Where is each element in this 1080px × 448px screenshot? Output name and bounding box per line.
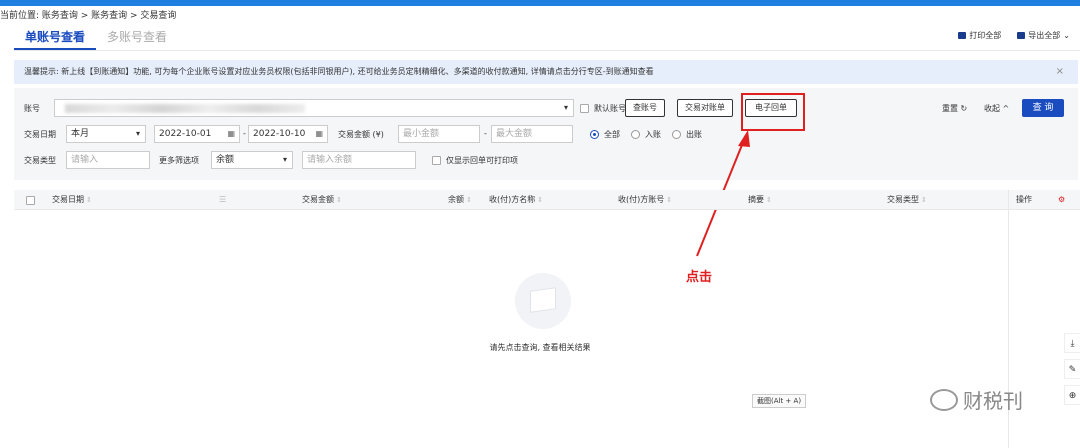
query-account-button[interactable]: 查账号 <box>625 99 665 117</box>
radio-all-label: 全部 <box>604 130 620 139</box>
tab-divider <box>14 50 1080 51</box>
chevron-up-icon: ^ <box>1002 104 1010 113</box>
default-account-checkbox[interactable] <box>580 104 589 113</box>
chevron-down-icon: ▾ <box>135 129 140 138</box>
select-all-checkbox[interactable] <box>26 196 35 205</box>
date-label: 交易日期 <box>24 130 56 139</box>
printer-icon <box>958 32 967 39</box>
filter-panel: 账号 ▾ 默认账号 查账号 交易对账单 电子回单 重置 ↻ 收起 ^ 查 询 交… <box>14 88 1078 180</box>
calendar-icon: ▦ <box>227 129 235 138</box>
date-from-input[interactable]: 2022-10-01 ▦ <box>154 125 240 143</box>
query-button[interactable]: 查 询 <box>1022 99 1064 117</box>
empty-state-text: 请先点击查询, 查看相关结果 <box>489 343 591 352</box>
side-toolbar: ⤓ ✎ ⊕ <box>1064 333 1080 411</box>
reset-button[interactable]: 重置 ↻ <box>942 103 967 114</box>
col-counterparty-account[interactable]: 收(付)方账号 ⇕ <box>618 190 672 210</box>
tab-multi-account[interactable]: 多账号查看 <box>96 26 178 50</box>
account-select[interactable]: ▾ <box>54 99 574 117</box>
statement-button[interactable]: 交易对账单 <box>677 99 733 117</box>
date-to-input[interactable]: 2022-10-10 ▦ <box>248 125 328 143</box>
date-range-dash: - <box>243 129 246 138</box>
print-all-label: 打印全部 <box>969 31 1002 40</box>
top-actions: 打印全部 导出全部 ⌄ <box>958 30 1070 41</box>
feedback-icon[interactable]: ✎ <box>1064 359 1080 379</box>
col-balance[interactable]: 余额 ⇕ <box>448 190 472 210</box>
highlight-box <box>741 93 805 131</box>
chevron-down-icon: ⌄ <box>1063 31 1070 40</box>
col-date[interactable]: 交易日期 ⇕ <box>52 190 92 210</box>
col-counterparty-name[interactable]: 收(付)方名称 ⇕ <box>489 190 543 210</box>
col-actions: 操作 <box>1016 195 1032 204</box>
min-amount-input[interactable]: 最小金额 <box>398 125 480 143</box>
calendar-icon: ▦ <box>315 129 323 138</box>
export-all-label: 导出全部 <box>1028 31 1061 40</box>
table-header: 交易日期 ⇕ ☰ 交易金额 ⇕ 余额 ⇕ 收(付)方名称 ⇕ 收(付)方账号 ⇕ 摘要 ⇕ … <box>14 190 1080 210</box>
date-period-select[interactable]: 本月 ▾ <box>66 125 146 143</box>
more-filter-label: 更多筛选项 <box>159 156 199 165</box>
radio-in-label: 入账 <box>645 130 661 139</box>
export-icon <box>1017 32 1026 39</box>
download-icon[interactable]: ⤓ <box>1064 333 1080 353</box>
printable-only-label: 仅显示回单可打印项 <box>446 156 518 165</box>
annotation-label: 点击 <box>686 270 713 285</box>
breadcrumb: 当前位置: 账务查询 > 账务查询 > 交易查询 <box>0 11 177 21</box>
more-filter-select[interactable]: 余额 ▾ <box>211 151 293 169</box>
zoom-icon[interactable]: ⊕ <box>1064 385 1080 405</box>
close-icon[interactable]: × <box>1056 60 1064 84</box>
export-all-button[interactable]: 导出全部 ⌄ <box>1017 30 1070 41</box>
watermark: 财税刊 <box>930 385 1023 414</box>
amount-label: 交易金额 (¥) <box>338 130 384 139</box>
radio-out[interactable] <box>672 130 681 139</box>
settings-icon[interactable]: ⚙ <box>1058 190 1065 210</box>
collapse-button[interactable]: 收起 ^ <box>984 103 1009 114</box>
empty-box-icon <box>515 273 571 329</box>
view-tabs: 单账号查看 多账号查看 <box>14 26 178 50</box>
top-accent-bar <box>0 0 1080 6</box>
chevron-down-icon: ▾ <box>282 155 287 164</box>
chevron-down-icon: ▾ <box>563 103 568 112</box>
col-summary[interactable]: 摘要 ⇕ <box>748 190 772 210</box>
account-value-blurred <box>65 104 305 113</box>
screenshot-tooltip: 截图(Alt + A) <box>752 394 807 408</box>
col-amount[interactable]: 交易金额 ⇕ <box>302 190 342 210</box>
notice-banner: 温馨提示: 新上线【到账通知】功能, 可为每个企业账号设置对应业务员权限(包括非… <box>14 60 1078 84</box>
col-type[interactable]: 交易类型 ⇕ <box>887 190 927 210</box>
watermark-text: 财税刊 <box>963 389 1023 413</box>
tab-single-account[interactable]: 单账号查看 <box>14 26 97 50</box>
print-all-button[interactable]: 打印全部 <box>958 30 1001 41</box>
printable-only-checkbox[interactable] <box>432 156 441 165</box>
account-label: 账号 <box>24 104 40 113</box>
wechat-icon <box>930 388 958 411</box>
max-amount-input[interactable]: 最大金额 <box>491 125 573 143</box>
type-label: 交易类型 <box>24 156 56 165</box>
notice-text: 温馨提示: 新上线【到账通知】功能, 可为每个企业账号设置对应业务员权限(包括非… <box>24 67 654 76</box>
amount-range-dash: - <box>484 129 487 138</box>
radio-out-label: 出账 <box>686 130 702 139</box>
column-resize-icon: ☰ <box>219 195 227 204</box>
refresh-icon: ↻ <box>960 104 968 113</box>
radio-in[interactable] <box>631 130 640 139</box>
radio-all[interactable] <box>590 130 599 139</box>
type-input[interactable]: 请输入 <box>66 151 150 169</box>
default-account-label: 默认账号 <box>594 104 626 113</box>
balance-input[interactable]: 请输入余额 <box>302 151 416 169</box>
